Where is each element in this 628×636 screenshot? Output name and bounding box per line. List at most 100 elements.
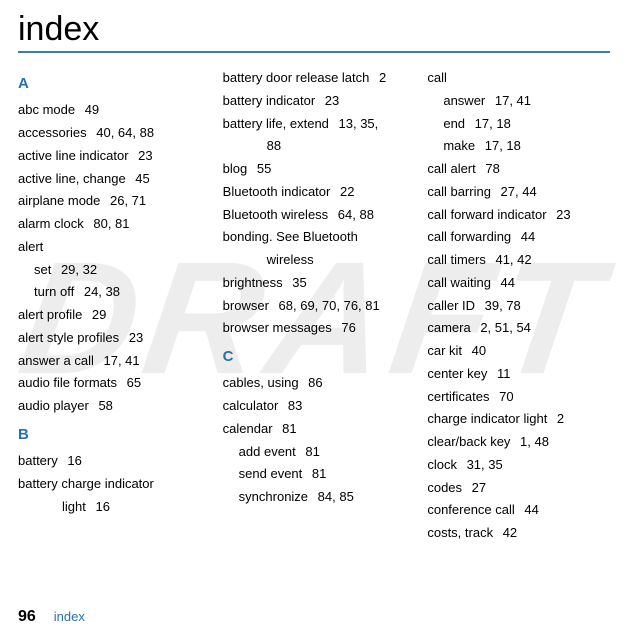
index-term: light (62, 499, 86, 514)
index-entry: call alert 78 (427, 158, 610, 181)
index-term: answer (443, 93, 485, 108)
index-entry: synchronize 84, 85 (223, 486, 406, 509)
index-term: clock (427, 457, 457, 472)
index-entry: Bluetooth wireless 64, 88 (223, 204, 406, 227)
index-entry: conference call 44 (427, 499, 610, 522)
index-pages: 44 (517, 229, 535, 244)
index-term: costs, track (427, 525, 493, 540)
index-term: airplane mode (18, 193, 100, 208)
index-term: accessories (18, 125, 87, 140)
index-entry: set 29, 32 (18, 259, 201, 282)
index-term: camera (427, 320, 470, 335)
index-entry: codes 27 (427, 477, 610, 500)
index-term: active line, change (18, 171, 126, 186)
index-pages: 86 (305, 375, 323, 390)
index-term: call (427, 70, 447, 85)
index-pages: 16 (92, 499, 110, 514)
index-entry: battery 16 (18, 450, 201, 473)
index-term: call forwarding (427, 229, 511, 244)
index-entry: wireless (223, 249, 406, 272)
index-entry: call barring 27, 44 (427, 181, 610, 204)
index-entry: call (427, 67, 610, 90)
index-entry: answer a call 17, 41 (18, 350, 201, 373)
index-term: center key (427, 366, 487, 381)
index-entry: alert (18, 236, 201, 259)
index-pages: 84, 85 (314, 489, 354, 504)
index-pages: 44 (497, 275, 515, 290)
index-entry: browser messages 76 (223, 317, 406, 340)
index-pages: 42 (499, 525, 517, 540)
index-entry: camera 2, 51, 54 (427, 317, 610, 340)
index-entry: battery door release latch 2 (223, 67, 406, 90)
index-entry: call forward indicator 23 (427, 204, 610, 227)
index-pages: 81 (279, 421, 297, 436)
index-term: send event (239, 466, 303, 481)
index-term: alert style profiles (18, 330, 119, 345)
index-term: car kit (427, 343, 462, 358)
index-entry: bonding. See Bluetooth (223, 226, 406, 249)
index-pages: 65 (123, 375, 141, 390)
index-pages: 39, 78 (481, 298, 521, 313)
index-entry: answer 17, 41 (427, 90, 610, 113)
index-pages: 64, 88 (334, 207, 374, 222)
index-term: audio file formats (18, 375, 117, 390)
index-entry: airplane mode 26, 71 (18, 190, 201, 213)
index-entry: browser 68, 69, 70, 76, 81 (223, 295, 406, 318)
index-term: call barring (427, 184, 491, 199)
index-entry: accessories 40, 64, 88 (18, 122, 201, 145)
index-entry: audio file formats 65 (18, 372, 201, 395)
index-term: set (34, 262, 51, 277)
index-pages: 1, 48 (516, 434, 549, 449)
index-entry: alarm clock 80, 81 (18, 213, 201, 236)
index-entry: costs, track 42 (427, 522, 610, 545)
index-pages: 78 (482, 161, 500, 176)
index-pages: 17, 41 (100, 353, 140, 368)
index-column: battery door release latch 2battery indi… (223, 67, 406, 545)
index-entry: blog 55 (223, 158, 406, 181)
index-term: call alert (427, 161, 475, 176)
index-term: brightness (223, 275, 283, 290)
index-entry: make 17, 18 (427, 135, 610, 158)
index-entry: call waiting 44 (427, 272, 610, 295)
index-term: battery door release latch (223, 70, 370, 85)
index-entry: light 16 (18, 496, 201, 519)
index-pages: 23 (135, 148, 153, 163)
index-entry: caller ID 39, 78 (427, 295, 610, 318)
index-pages: 13, 35, (335, 116, 378, 131)
index-entry: certificates 70 (427, 386, 610, 409)
index-pages: 17, 18 (471, 116, 511, 131)
index-pages: 2, 51, 54 (477, 320, 531, 335)
index-entry: charge indicator light 2 (427, 408, 610, 431)
index-entry: brightness 35 (223, 272, 406, 295)
section-letter: A (18, 71, 201, 97)
index-term: answer a call (18, 353, 94, 368)
index-term: battery indicator (223, 93, 316, 108)
index-pages: 40 (468, 343, 486, 358)
index-pages: 27, 44 (497, 184, 537, 199)
index-term: bonding. See Bluetooth (223, 229, 358, 244)
index-pages: 49 (81, 102, 99, 117)
index-term: caller ID (427, 298, 475, 313)
index-entry: car kit 40 (427, 340, 610, 363)
index-term: alert (18, 239, 43, 254)
index-column: callanswer 17, 41end 17, 18make 17, 18ca… (427, 67, 610, 545)
section-letter: C (223, 344, 406, 370)
index-term: active line indicator (18, 148, 129, 163)
index-pages: 81 (308, 466, 326, 481)
index-term: 88 (267, 138, 281, 153)
index-term: call timers (427, 252, 486, 267)
index-term: wireless (267, 252, 314, 267)
index-pages: 2 (553, 411, 564, 426)
index-pages: 45 (132, 171, 150, 186)
index-term: charge indicator light (427, 411, 547, 426)
index-entry: battery indicator 23 (223, 90, 406, 113)
index-entry: 88 (223, 135, 406, 158)
index-term: battery life, extend (223, 116, 329, 131)
index-entry: call timers 41, 42 (427, 249, 610, 272)
index-pages: 22 (336, 184, 354, 199)
index-entry: abc mode 49 (18, 99, 201, 122)
index-term: calculator (223, 398, 279, 413)
index-entry: battery life, extend 13, 35, (223, 113, 406, 136)
index-pages: 17, 41 (491, 93, 531, 108)
page-footer: 96 index (18, 608, 85, 626)
